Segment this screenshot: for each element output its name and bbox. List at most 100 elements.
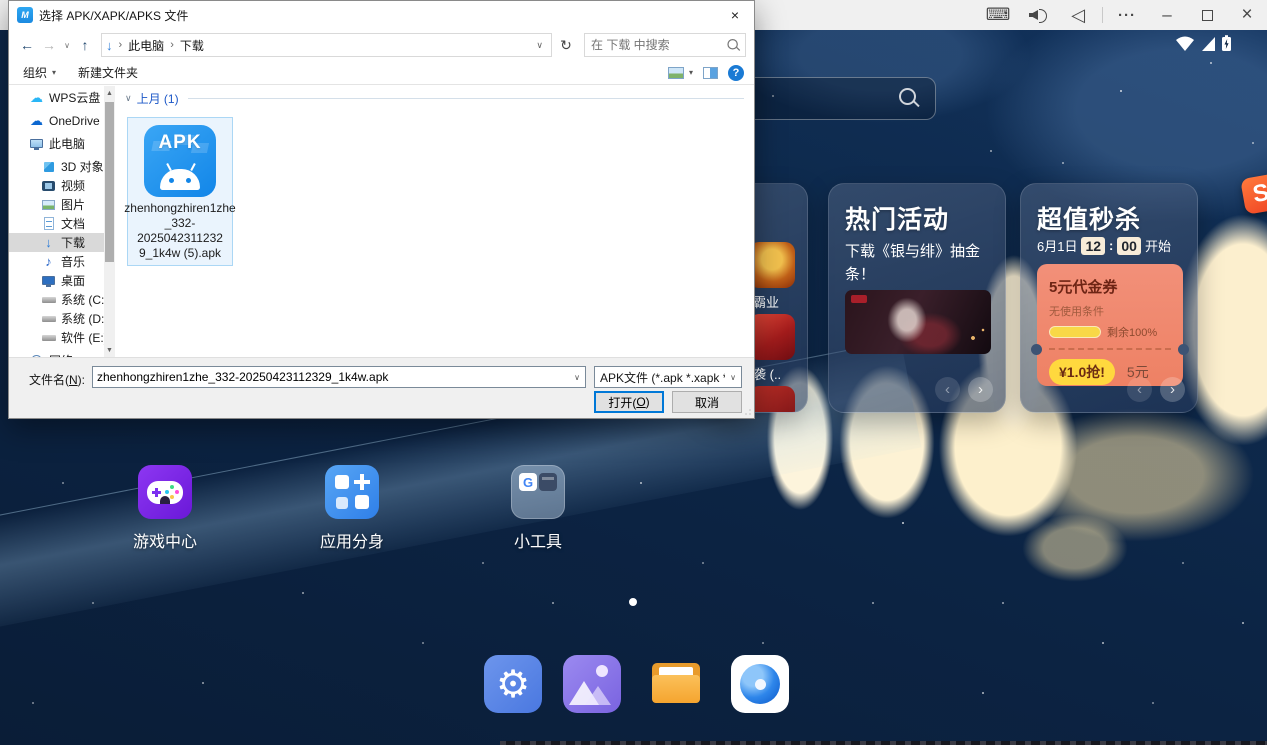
desktop-icon-label: 游戏中心 <box>110 528 220 552</box>
group-divider <box>188 98 744 99</box>
game-center-icon[interactable] <box>138 465 192 519</box>
breadcrumb-downloads[interactable]: 下载 <box>180 37 204 54</box>
sidebar-item-wps-cloud[interactable]: ☁ WPS云盘 <box>9 88 113 107</box>
breadcrumb-this-pc[interactable]: 此电脑 <box>128 37 164 54</box>
signal-icon <box>1202 37 1215 51</box>
sidebar-item-videos[interactable]: 视频 <box>9 176 113 195</box>
new-folder-button[interactable]: 新建文件夹 <box>78 64 138 81</box>
back-icon[interactable]: ← <box>17 34 37 56</box>
desktop-icon-widgets[interactable]: G 小工具 <box>483 465 593 552</box>
filename-input[interactable] <box>93 370 569 384</box>
dialog-title: 选择 APK/XAPK/APKS 文件 <box>39 7 188 24</box>
cancel-button[interactable]: 取消 <box>672 391 742 413</box>
sidebar-item-label: 音乐 <box>61 253 85 270</box>
help-icon[interactable]: ? <box>728 65 744 81</box>
sidebar-item-label: 桌面 <box>61 272 85 289</box>
seckill-card[interactable]: 超值秒杀 6月1日 12 : 00 开始 5元代金券 无使用条件 剩余100% … <box>1020 183 1198 413</box>
gallery-mountain <box>585 686 611 705</box>
seckill-title: 超值秒杀 <box>1037 200 1141 236</box>
dialog-toolbar: 组织 ▾ 新建文件夹 ▾ ? <box>9 61 754 85</box>
file-name-line: _332-2025042311232 <box>124 216 235 246</box>
keyboard-icon[interactable]: ⌨ <box>978 0 1018 30</box>
chevron-down-icon[interactable]: ∨ <box>569 373 585 382</box>
volume-icon[interactable] <box>1018 0 1058 30</box>
up-icon[interactable]: ↑ <box>75 34 95 56</box>
sidebar-item-documents[interactable]: 文档 <box>9 214 113 233</box>
file-group-header[interactable]: ∨ 上月 (1) <box>125 90 744 107</box>
hot-activity-card[interactable]: 热门活动 下载《银与绯》抽金条！ ‹ › <box>828 183 1006 413</box>
sidebar-item-label: 系统 (C:) <box>61 291 108 308</box>
organize-label: 组织 <box>23 64 47 81</box>
carousel-next-button[interactable]: › <box>968 377 993 402</box>
coupon-card[interactable]: 5元代金券 无使用条件 剩余100% ¥1.0抢! 5元 <box>1037 264 1183 386</box>
dock-settings-icon[interactable]: ⚙ <box>484 655 542 713</box>
sidebar-item-drive-e[interactable]: 软件 (E:) <box>9 328 113 347</box>
dialog-close-button[interactable]: × <box>716 1 754 29</box>
filename-combobox[interactable]: ∨ <box>92 366 586 388</box>
dialog-search-box[interactable] <box>584 33 746 57</box>
widgets-folder-icon[interactable]: G <box>511 465 565 519</box>
sidebar-item-drive-d[interactable]: 系统 (D:) <box>9 309 113 328</box>
game-icon-1[interactable] <box>749 242 795 288</box>
mini-app-icon <box>539 473 557 491</box>
maximize-button[interactable] <box>1187 0 1227 30</box>
sidebar-item-desktop[interactable]: 桌面 <box>9 271 113 290</box>
forward-icon[interactable]: → <box>39 34 59 56</box>
sidebar-item-downloads[interactable]: ↓ 下载 <box>9 233 113 252</box>
file-item-apk[interactable]: APK zhenhongzhiren1zhe _332-202504231123… <box>127 117 233 266</box>
view-mode-button[interactable]: ▾ <box>668 67 693 79</box>
dock-gallery-icon[interactable] <box>563 655 621 713</box>
breadcrumb-separator: › <box>168 39 176 51</box>
organize-menu[interactable]: 组织 ▾ <box>23 64 56 81</box>
refresh-icon[interactable]: ↻ <box>554 33 578 57</box>
preview-pane-icon[interactable] <box>703 67 718 79</box>
app-clone-icon[interactable] <box>325 465 379 519</box>
seckill-colon: : <box>1109 238 1113 253</box>
minimize-button[interactable]: – <box>1147 0 1187 30</box>
sidebar-item-pictures[interactable]: 图片 <box>9 195 113 214</box>
sidebar-item-3d-objects[interactable]: 3D 对象 <box>9 157 113 176</box>
game-icon-2[interactable] <box>749 314 795 360</box>
sidebar-item-onedrive[interactable]: ☁ OneDrive <box>9 111 113 130</box>
floating-sidebar-logo[interactable]: S <box>1240 173 1267 215</box>
sidebar-item-music[interactable]: ♪ 音乐 <box>9 252 113 271</box>
open-button[interactable]: 打开(O) <box>594 391 664 413</box>
seckill-time-row: 6月1日 12 : 00 开始 <box>1037 236 1171 255</box>
coupon-name: 5元代金券 <box>1049 276 1171 297</box>
video-icon <box>41 179 56 193</box>
dock-files-icon[interactable] <box>647 655 705 713</box>
hot-activity-banner[interactable] <box>845 290 991 354</box>
file-name-line: zhenhongzhiren1zhe <box>124 201 235 216</box>
carousel-prev-button[interactable]: ‹ <box>935 377 960 402</box>
desktop-icon-label: 应用分身 <box>297 528 407 552</box>
address-dropdown-icon[interactable]: ∨ <box>532 40 547 51</box>
carousel-next-button[interactable]: › <box>1160 377 1185 402</box>
chevron-down-icon: ∨ <box>725 373 741 382</box>
game-icon-3[interactable] <box>749 386 795 413</box>
sidebar-item-drive-c[interactable]: 系统 (C:) <box>9 290 113 309</box>
sidebar-item-this-pc[interactable]: 此电脑 <box>9 134 113 153</box>
dialog-search-input[interactable] <box>585 34 745 56</box>
breadcrumb-separator: › <box>117 39 125 51</box>
coupon-buy-button[interactable]: ¥1.0抢! <box>1049 359 1115 385</box>
android-back-icon[interactable]: ◁ <box>1058 0 1098 30</box>
taskbar-edge-strip <box>500 741 1267 745</box>
desktop-icon-game-center[interactable]: 游戏中心 <box>110 465 220 552</box>
dock-browser-icon[interactable] <box>731 655 789 713</box>
desktop-icon-app-clone[interactable]: 应用分身 <box>297 465 407 552</box>
history-dropdown-icon[interactable]: ∨ <box>61 41 73 50</box>
seckill-minute: 00 <box>1117 237 1141 255</box>
hot-activity-subtitle: 下载《银与绯》抽金条！ <box>845 240 987 286</box>
chevron-down-icon: ∨ <box>125 93 132 104</box>
more-menu-icon[interactable]: ··· <box>1107 0 1147 30</box>
emulator-close-button[interactable]: × <box>1227 0 1267 30</box>
chevron-down-icon: ▾ <box>689 68 693 77</box>
sidebar-item-label: 此电脑 <box>49 135 85 152</box>
resize-grip[interactable] <box>742 406 752 416</box>
apk-icon-text: APK <box>158 132 201 154</box>
sidebar-item-label: 软件 (E:) <box>61 329 108 346</box>
filetype-select[interactable]: APK文件 (*.apk *.xapk *.apks ∨ <box>594 366 742 388</box>
carousel-prev-button[interactable]: ‹ <box>1127 377 1152 402</box>
address-bar[interactable]: ↓ › 此电脑 › 下载 ∨ <box>101 33 552 57</box>
filetype-value: APK文件 (*.apk *.xapk *.apks <box>600 369 725 386</box>
